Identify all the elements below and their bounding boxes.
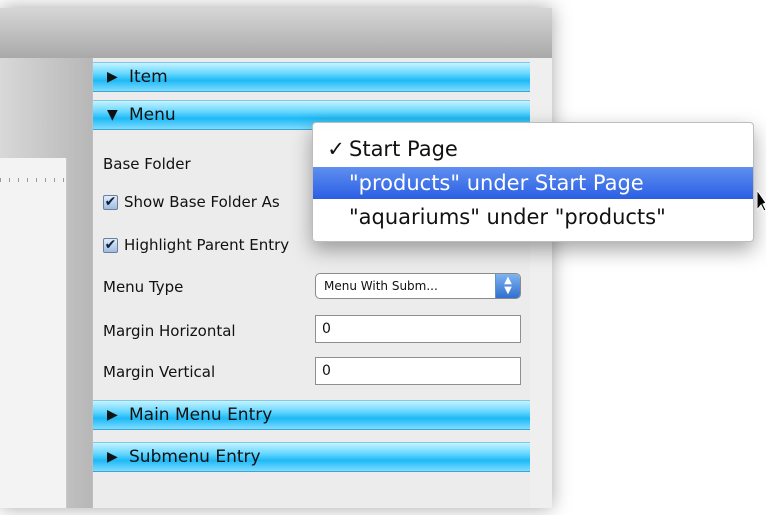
checkbox-checked-icon: ✔ <box>103 194 118 210</box>
checkbox-checked-icon: ✔ <box>103 237 118 253</box>
menu-type-value: Menu With Subm... <box>324 279 438 293</box>
disclosure-down-icon: ▼ <box>107 107 118 123</box>
disclosure-right-icon: ▶ <box>107 449 118 465</box>
base-folder-popup-menu: ✓ Start Page "products" under Start Page… <box>312 122 754 242</box>
menu-item-aquariums[interactable]: "aquariums" under "products" <box>313 201 753 233</box>
margin-vertical-label: Margin Vertical <box>103 363 216 381</box>
disclosure-right-icon: ▶ <box>107 407 118 423</box>
ruler <box>0 178 66 182</box>
margin-horizontal-label: Margin Horizontal <box>103 322 236 340</box>
section-main-menu-entry-label: Main Menu Entry <box>129 405 273 425</box>
margin-vertical-input[interactable] <box>315 357 521 385</box>
disclosure-right-icon: ▶ <box>107 69 118 85</box>
document-canvas <box>0 158 67 508</box>
highlight-parent-checkbox[interactable]: ✔ Highlight Parent Entry <box>103 236 289 254</box>
section-main-menu-entry-header[interactable]: ▶ Main Menu Entry <box>93 400 531 430</box>
highlight-parent-label: Highlight Parent Entry <box>124 236 290 254</box>
menu-item-label: "products" under Start Page <box>349 171 644 195</box>
section-item-label: Item <box>129 67 168 87</box>
section-submenu-entry-header[interactable]: ▶ Submenu Entry <box>93 442 531 472</box>
section-item-header[interactable]: ▶ Item <box>93 62 531 92</box>
section-submenu-entry-label: Submenu Entry <box>129 447 261 467</box>
checkmark-icon: ✓ <box>327 137 345 161</box>
section-menu-label: Menu <box>129 105 176 125</box>
base-folder-label: Base Folder <box>103 155 191 173</box>
menu-item-products[interactable]: "products" under Start Page <box>313 167 753 199</box>
application-window: ▶ Item ▼ Menu Base Folder ✔ Show Base Fo… <box>0 8 552 508</box>
window-titlebar <box>0 8 552 58</box>
menu-type-label: Menu Type <box>103 278 184 296</box>
show-base-folder-checkbox[interactable]: ✔ Show Base Folder As <box>103 193 280 211</box>
margin-horizontal-input[interactable] <box>315 315 521 343</box>
menu-item-label: "aquariums" under "products" <box>349 205 666 229</box>
menu-item-label: Start Page <box>349 137 458 161</box>
menu-type-select[interactable]: Menu With Subm... ▲ ▼ <box>315 273 521 299</box>
show-base-folder-label: Show Base Folder As <box>124 193 280 211</box>
up-down-arrows-icon: ▲ ▼ <box>495 274 520 298</box>
menu-item-start-page[interactable]: ✓ Start Page <box>313 133 753 165</box>
